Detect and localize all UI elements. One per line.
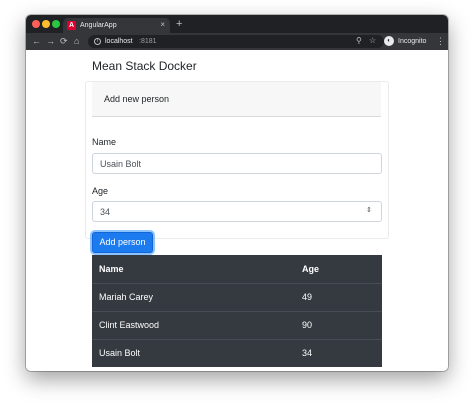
table-row: Mariah Carey 49	[92, 283, 382, 312]
maximize-window-button[interactable]	[52, 20, 60, 28]
incognito-icon[interactable]: ◐	[384, 36, 394, 46]
cell-age: 90	[295, 311, 382, 340]
cell-name: Usain Bolt	[99, 348, 141, 359]
number-spinner-icon[interactable]: ⇕	[366, 206, 372, 215]
tab-close-icon[interactable]: ×	[160, 20, 165, 30]
cell-name: Clint Eastwood	[92, 311, 295, 340]
angular-logo-icon: A	[67, 21, 76, 30]
browser-toolbar: ← → ⟳ ⌂ i localhost :8181 ⚲ ☆ ◐ Incognit…	[26, 33, 448, 50]
browser-window: A AngularApp × + ← → ⟳ ⌂ i localhost :81…	[26, 15, 448, 371]
close-window-button[interactable]	[32, 20, 40, 28]
bookmark-star-icon[interactable]: ☆	[369, 35, 376, 47]
reload-icon[interactable]: ⟳	[60, 35, 68, 48]
age-label: Age	[92, 186, 109, 196]
zoom-icon[interactable]: ⚲	[356, 35, 362, 47]
card-header-title: Add new person	[104, 94, 170, 104]
back-arrow-icon[interactable]: ←	[32, 35, 41, 48]
page-content: Mean Stack Docker Add new person Name Ag…	[26, 50, 448, 371]
home-icon[interactable]: ⌂	[74, 35, 79, 48]
tab-title: AngularApp	[80, 22, 117, 29]
browser-tab[interactable]: A AngularApp ×	[63, 18, 170, 33]
people-table: Name Age Mariah Carey 49 Clint Eastwood …	[92, 255, 382, 367]
table-header-row: Name Age	[92, 255, 382, 284]
cell-name: Mariah Carey	[92, 283, 295, 312]
cell-age: 49	[295, 283, 382, 312]
add-person-button[interactable]: Add person	[92, 232, 153, 253]
browser-menu-icon[interactable]: ⋮	[436, 35, 445, 48]
info-icon[interactable]: i	[94, 38, 101, 45]
table-row: Clint Eastwood 90	[92, 311, 382, 340]
address-bar[interactable]: i localhost :8181	[88, 35, 384, 48]
browser-titlebar: A AngularApp × +	[26, 15, 448, 33]
minimize-window-button[interactable]	[42, 20, 50, 28]
forward-arrow-icon[interactable]: →	[46, 35, 55, 48]
cell-age: 34	[302, 348, 313, 359]
name-label: Name	[92, 137, 117, 147]
column-header-age: Age	[295, 255, 382, 284]
card-header: Add new person	[92, 82, 381, 117]
new-tab-button[interactable]: +	[176, 17, 182, 31]
table-row: Usain Bolt 34	[92, 339, 382, 367]
incognito-label[interactable]: Incognito	[398, 37, 426, 46]
url-host: localhost	[105, 38, 133, 45]
column-header-name: Name	[92, 255, 295, 284]
age-input[interactable]	[92, 201, 382, 222]
page-title: Mean Stack Docker	[92, 59, 197, 73]
url-port: :8181	[139, 38, 157, 45]
name-input[interactable]	[92, 153, 382, 174]
